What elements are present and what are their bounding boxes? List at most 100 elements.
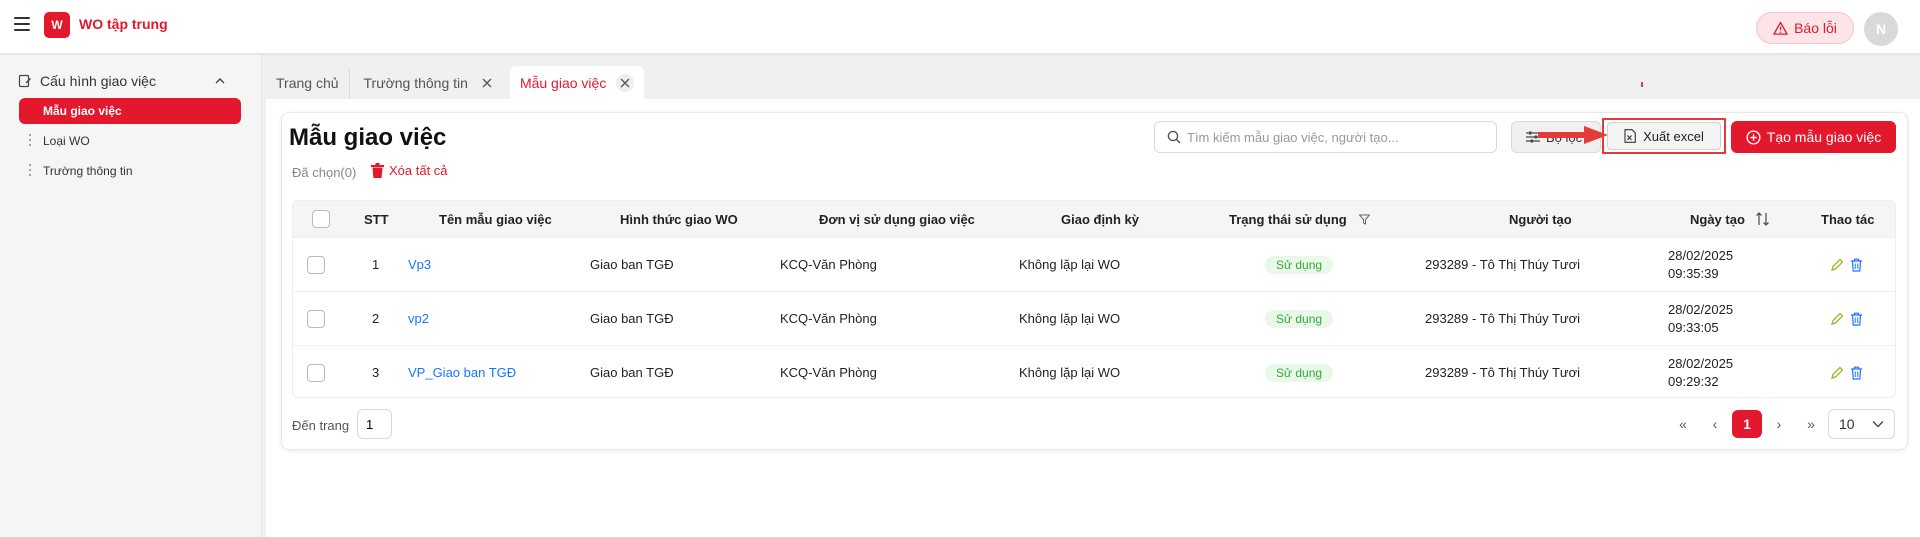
excel-file-icon (1624, 129, 1636, 143)
app-title[interactable]: WO tập trung (79, 16, 168, 32)
cell-unit: KCQ-Văn Phòng (780, 365, 877, 380)
cell-actions (1830, 238, 1863, 291)
close-icon[interactable] (478, 74, 496, 92)
cell-creator: 293289 - Tô Thị Thúy Tươi (1425, 257, 1581, 272)
tab-home[interactable]: Trang chủ (266, 66, 350, 100)
sort-icon[interactable] (1755, 211, 1771, 227)
tab-info-field[interactable]: Trường thông tin (354, 66, 506, 100)
trash-icon (371, 163, 384, 178)
app-logo[interactable]: W (44, 12, 70, 38)
header-created: Ngày tạo (1690, 201, 1771, 237)
menu-icon[interactable] (14, 17, 30, 31)
sidebar-item-label: Trường thông tin (43, 164, 133, 178)
delete-trash-icon[interactable] (1850, 366, 1863, 380)
red-arrow-annotation (1538, 126, 1608, 144)
cell-status: Sử dụng (1265, 238, 1334, 291)
chevron-up-icon[interactable] (214, 75, 226, 87)
header-actions: Thao tác (1821, 211, 1875, 227)
goto-page-input[interactable] (357, 409, 392, 439)
next-page-button[interactable]: › (1764, 410, 1794, 438)
edit-document-icon (18, 74, 31, 88)
row-checkbox-cell (307, 346, 325, 397)
created-time: 09:29:32 (1668, 373, 1719, 389)
status-badge: Sử dụng (1265, 309, 1334, 328)
cell-stt: 3 (372, 365, 380, 380)
drag-handle-icon (29, 134, 31, 146)
table-row: 1 Vp3 Giao ban TGĐ KCQ-Văn Phòng Không l… (293, 237, 1895, 291)
header-creator: Người tạo (1509, 211, 1572, 227)
filter-funnel-icon[interactable] (1358, 214, 1370, 225)
tab-label: Trường thông tin (363, 75, 468, 91)
header-unit: Đơn vị sử dụng giao việc (819, 211, 975, 227)
cell-periodic: Không lặp lại WO (1019, 257, 1121, 272)
sidebar-group-task-config[interactable]: Cấu hình giao việc (18, 71, 226, 91)
sidebar-item-label: Mẫu giao việc (43, 104, 122, 118)
header-form: Hình thức giao WO (620, 211, 738, 227)
status-badge: Sử dụng (1265, 255, 1334, 274)
header-status: Trạng thái sử dụng (1229, 201, 1370, 237)
page-title: Mẫu giao việc (289, 124, 447, 151)
row-checkbox-cell (307, 292, 325, 345)
cell-name-link[interactable]: vp2 (408, 292, 429, 345)
first-page-button[interactable]: « (1668, 410, 1698, 438)
sidebar-item-task-template[interactable]: Mẫu giao việc (19, 98, 241, 124)
tab-label: Mẫu giao việc (519, 75, 607, 91)
cell-name-link[interactable]: Vp3 (408, 238, 431, 291)
header-created-label: Ngày tạo (1690, 211, 1745, 227)
table-row: 3 VP_Giao ban TGĐ Giao ban TGĐ KCQ-Văn P… (293, 345, 1895, 397)
annotation-mark (1641, 82, 1643, 87)
cell-periodic: Không lặp lại WO (1019, 365, 1121, 380)
add-circle-icon (1746, 129, 1761, 145)
page-size-select[interactable]: 10 (1828, 409, 1895, 439)
selected-count: Đã chọn(0) (292, 165, 357, 180)
sidebar-item-info-field[interactable]: Trường thông tin (19, 158, 241, 184)
select-all-checkbox[interactable] (312, 210, 330, 228)
clear-all-label: Xóa tất cả (389, 163, 448, 178)
created-date: 28/02/2025 (1668, 247, 1734, 263)
cell-created: 28/02/2025 09:33:05 (1668, 292, 1733, 345)
last-page-button[interactable]: » (1796, 410, 1826, 438)
create-template-button[interactable]: Tạo mẫu giao việc (1731, 121, 1896, 153)
cell-status: Sử dụng (1265, 346, 1334, 397)
table-row: 2 vp2 Giao ban TGĐ KCQ-Văn Phòng Không l… (293, 291, 1895, 345)
row-checkbox[interactable] (307, 255, 325, 274)
status-badge: Sử dụng (1265, 363, 1334, 382)
avatar[interactable]: N (1864, 12, 1898, 46)
sidebar: Cấu hình giao việc Mẫu giao việc Loại WO… (0, 55, 262, 537)
cell-form: Giao ban TGĐ (590, 365, 674, 380)
edit-pencil-icon[interactable] (1830, 258, 1844, 272)
cell-stt: 1 (372, 257, 380, 272)
delete-trash-icon[interactable] (1850, 258, 1863, 272)
report-error-button[interactable]: Báo lỗi (1756, 12, 1854, 44)
create-template-label: Tạo mẫu giao việc (1766, 129, 1882, 145)
row-checkbox[interactable] (307, 363, 325, 382)
created-date: 28/02/2025 (1668, 355, 1734, 371)
chevron-down-icon (1872, 421, 1884, 428)
sidebar-item-wo-type[interactable]: Loại WO (19, 128, 241, 154)
cell-periodic: Không lặp lại WO (1019, 311, 1121, 326)
clear-all-button[interactable]: Xóa tất cả (371, 163, 448, 178)
export-excel-button[interactable]: Xuất excel (1607, 122, 1721, 150)
tab-task-template[interactable]: Mẫu giao việc (509, 66, 645, 100)
cell-status: Sử dụng (1265, 292, 1334, 345)
search-box (1154, 121, 1497, 153)
cell-name-link[interactable]: VP_Giao ban TGĐ (408, 346, 516, 397)
page-number-current[interactable]: 1 (1732, 410, 1762, 438)
edit-pencil-icon[interactable] (1830, 366, 1844, 380)
cell-form: Giao ban TGĐ (590, 311, 674, 326)
tab-label: Trang chủ (276, 75, 339, 91)
edit-pencil-icon[interactable] (1830, 312, 1844, 326)
row-checkbox[interactable] (307, 309, 325, 328)
export-excel-label: Xuất excel (1643, 128, 1704, 144)
cell-actions (1830, 346, 1863, 397)
header-periodic: Giao định kỳ (1061, 211, 1140, 227)
search-icon (1167, 130, 1181, 144)
sidebar-group-label: Cấu hình giao việc (40, 73, 156, 89)
search-input[interactable] (1187, 129, 1487, 145)
cell-created: 28/02/2025 09:29:32 (1668, 346, 1734, 397)
cell-creator: 293289 - Tô Thị Thúy Tươi (1425, 311, 1581, 326)
delete-trash-icon[interactable] (1850, 312, 1863, 326)
cell-unit: KCQ-Văn Phòng (780, 257, 877, 272)
prev-page-button[interactable]: ‹ (1700, 410, 1730, 438)
close-icon[interactable] (616, 74, 635, 92)
